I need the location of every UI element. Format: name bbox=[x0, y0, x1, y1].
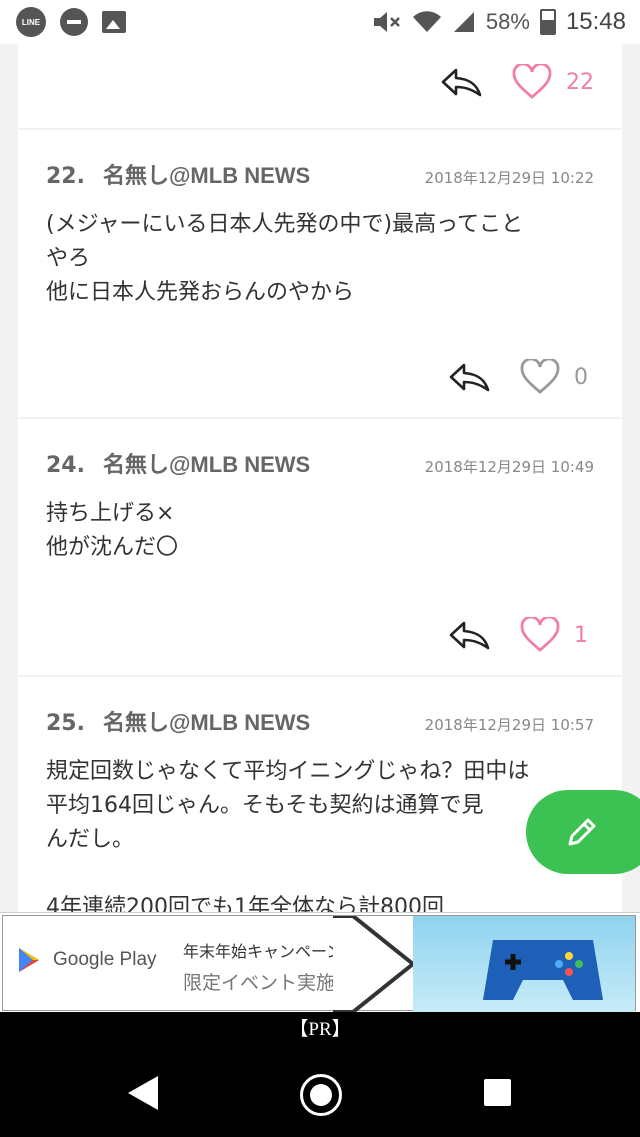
comment-feed[interactable]: 22 22. 名無し@MLB NEWS 2018年12月29日 10:22 (メ… bbox=[18, 44, 622, 912]
google-play-logo: Google Play bbox=[17, 946, 157, 974]
mute-icon bbox=[373, 12, 400, 32]
reply-icon[interactable] bbox=[440, 66, 484, 98]
store-name: Google Play bbox=[53, 949, 157, 970]
comment-number: 22. bbox=[46, 164, 85, 189]
heart-icon[interactable] bbox=[520, 359, 560, 395]
comment-card: 25. 名無し@MLB NEWS 2018年12月29日 10:57 規定回数じ… bbox=[18, 677, 622, 912]
image-icon bbox=[102, 11, 126, 33]
comment-date: 2018年12月29日 10:57 bbox=[424, 716, 594, 734]
reply-icon[interactable] bbox=[448, 361, 492, 393]
battery-percent: 58% bbox=[485, 9, 530, 34]
do-not-disturb-icon bbox=[60, 8, 88, 36]
commenter-name: 名無し@MLB NEWS bbox=[102, 710, 311, 735]
line-label: LINE bbox=[21, 17, 41, 27]
commenter-name: 名無し@MLB NEWS bbox=[102, 452, 311, 477]
comment-card: 24. 名無し@MLB NEWS 2018年12月29日 10:49 持ち上げる… bbox=[18, 419, 622, 675]
play-store-icon bbox=[19, 948, 39, 972]
system-nav-bar bbox=[0, 1048, 640, 1137]
pencil-icon bbox=[568, 818, 596, 846]
heart-icon[interactable] bbox=[520, 617, 560, 653]
reply-icon[interactable] bbox=[448, 619, 492, 651]
comment-body: (メジャーにいる日本人先発の中で)最高ってこと やろ 他に日本人先発おらんのやか… bbox=[46, 212, 523, 305]
ad-banner[interactable]: Google Play 年末年始キャンペーン 限定イベント実施 bbox=[0, 912, 640, 1014]
battery-icon bbox=[539, 9, 556, 35]
status-bar: LINE 58% 15:48 bbox=[0, 0, 640, 44]
comment-number: 24. bbox=[46, 453, 85, 478]
ad-chevron-shape bbox=[333, 916, 417, 1012]
heart-icon[interactable] bbox=[512, 64, 552, 100]
pr-label: 【PR】 bbox=[0, 1012, 640, 1048]
home-icon[interactable] bbox=[300, 1074, 342, 1116]
comment-number: 25. bbox=[46, 711, 85, 736]
comment-date: 2018年12月29日 10:22 bbox=[424, 169, 594, 187]
comment-body: 持ち上げる× 他が沈んだ〇 bbox=[46, 501, 179, 560]
comment-card: 22. 名無し@MLB NEWS 2018年12月29日 10:22 (メジャー… bbox=[18, 130, 622, 417]
comment-date: 2018年12月29日 10:49 bbox=[424, 458, 594, 476]
cell-signal-icon bbox=[453, 12, 474, 32]
gamepad-icon bbox=[483, 940, 603, 1000]
like-count: 22 bbox=[566, 69, 594, 95]
like-count: 0 bbox=[574, 364, 588, 390]
commenter-name: 名無し@MLB NEWS bbox=[102, 163, 311, 188]
line-app-icon: LINE bbox=[16, 7, 46, 37]
ad-title: 年末年始キャンペーン bbox=[183, 942, 343, 961]
ad-subtitle: 限定イベント実施 bbox=[183, 972, 336, 994]
back-icon[interactable] bbox=[128, 1076, 158, 1110]
wifi-icon bbox=[412, 11, 441, 33]
compose-button[interactable] bbox=[526, 790, 640, 874]
recent-apps-icon[interactable] bbox=[484, 1079, 511, 1106]
comment-card-partial: 22 bbox=[18, 44, 622, 128]
clock: 15:48 bbox=[565, 8, 626, 35]
like-count: 1 bbox=[574, 622, 588, 648]
ad-artwork bbox=[413, 916, 635, 1013]
ad-frame: Google Play 年末年始キャンペーン 限定イベント実施 bbox=[2, 915, 636, 1013]
